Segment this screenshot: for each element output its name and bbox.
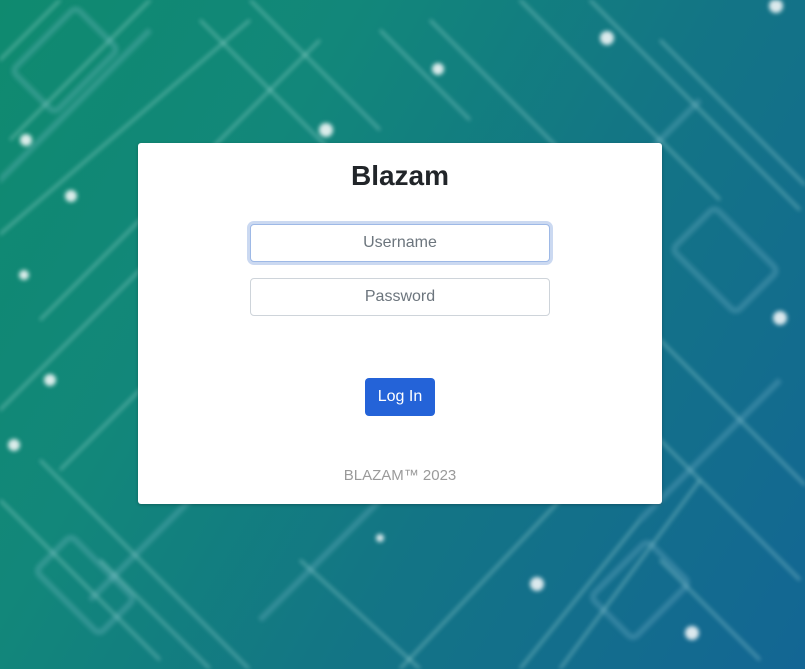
login-card: Blazam Log In BLAZAM™ 2023 — [138, 143, 662, 504]
username-input[interactable] — [250, 224, 550, 262]
password-input[interactable] — [250, 278, 550, 316]
app-title: Blazam — [350, 160, 450, 191]
footer-copyright: BLAZAM™ 2023 — [343, 467, 457, 484]
login-button[interactable]: Log In — [365, 378, 435, 416]
